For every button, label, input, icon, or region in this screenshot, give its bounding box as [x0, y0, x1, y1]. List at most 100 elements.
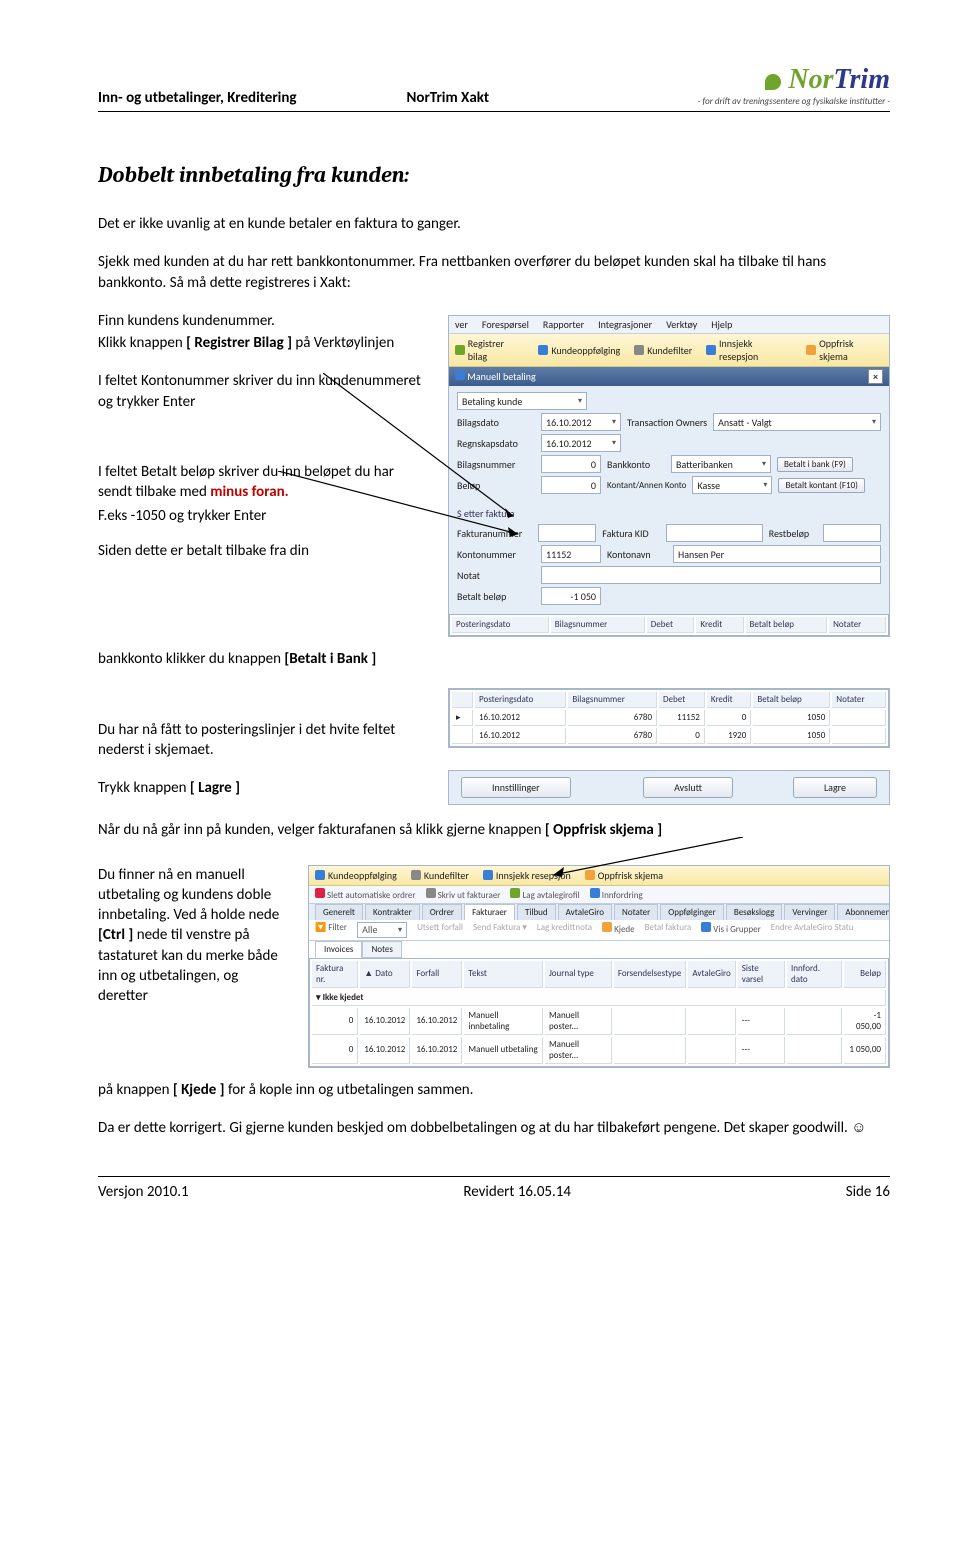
- action-innfordring[interactable]: Innfordring: [590, 888, 643, 901]
- betaling-kunde-select[interactable]: Betaling kunde: [457, 392, 587, 410]
- filter-select[interactable]: Alle: [357, 922, 407, 938]
- subtab-invoices[interactable]: Invoices: [315, 941, 362, 958]
- faktura-grid: Faktura nr. ▲ Dato Forfall Tekst Journal…: [309, 958, 889, 1067]
- toolbar-oppfrisk[interactable]: Oppfrisk skjema: [585, 869, 663, 882]
- close-icon[interactable]: ×: [868, 369, 883, 384]
- paragraph: Sjekk med kunden at du har rett bankkont…: [98, 252, 890, 293]
- paragraph: I feltet Betalt beløp skriver du inn bel…: [98, 462, 428, 503]
- tab-kontrakter[interactable]: Kontrakter: [365, 904, 420, 920]
- logo-trim: Trim: [833, 64, 890, 95]
- header-center: NorTrim Xakt: [407, 89, 490, 107]
- restbelop-input[interactable]: [823, 524, 881, 542]
- kontonr-input[interactable]: 11152: [541, 545, 601, 563]
- tab-vervinger[interactable]: Vervinger: [784, 904, 835, 920]
- toolbar-innsjekk[interactable]: Innsjekk resepsjon: [706, 337, 792, 363]
- action-utsett[interactable]: Utsett forfall: [417, 922, 463, 938]
- table-row[interactable]: 16.10.2012 6780 0 1920 1050: [452, 728, 886, 744]
- filter-icon: [634, 345, 644, 355]
- menu-item[interactable]: Hjelp: [711, 318, 732, 331]
- table-row[interactable]: 0 16.10.2012 16.10.2012 Manuell utbetali…: [312, 1037, 886, 1064]
- tab-besokslogg[interactable]: Besøkslogg: [726, 904, 783, 920]
- logo: NorTrim - for drift av treningssentere o…: [698, 64, 890, 107]
- tab-generelt[interactable]: Generelt: [315, 904, 363, 920]
- paragraph: Du har nå fått to posteringslinjer i det…: [98, 720, 428, 761]
- bilagsnr-input[interactable]: 0: [541, 455, 601, 473]
- action-avtalegiro[interactable]: Lag avtalegirofil: [510, 888, 579, 901]
- kontonavn-input[interactable]: Hansen Per: [673, 545, 881, 563]
- lagre-button[interactable]: Lagre: [793, 777, 877, 798]
- logo-nor: Nor: [788, 64, 833, 95]
- paragraph: F.eks -1050 og trykker Enter: [98, 506, 428, 526]
- menu-item[interactable]: Forespørsel: [482, 318, 529, 331]
- footer-version: Versjon 2010.1: [98, 1183, 189, 1201]
- footer-revised: Revidert 16.05.14: [463, 1183, 571, 1201]
- posteringer-grid-empty: Posteringsdato Bilagsnummer Debet Kredit…: [449, 614, 889, 636]
- menu-item[interactable]: ver: [455, 318, 468, 331]
- avslutt-button[interactable]: Avslutt: [643, 777, 733, 798]
- menubar: ver Forespørsel Rapporter Integrasjoner …: [449, 316, 889, 334]
- window-icon: [455, 370, 465, 380]
- toolbar: Registrer bilag Kundeoppfølging Kundefil…: [449, 334, 889, 367]
- fakturanr-input[interactable]: [538, 524, 596, 542]
- trx-owners-select[interactable]: Ansatt - Valgt: [713, 413, 881, 431]
- footer-page: Side 16: [846, 1183, 890, 1201]
- logo-tagline: - for drift av treningssentere og fysika…: [698, 96, 890, 107]
- toolbar-oppfrisk[interactable]: Oppfrisk skjema: [806, 337, 883, 363]
- action-betal[interactable]: Betal faktura: [645, 922, 692, 938]
- subtab-notes[interactable]: Notes: [362, 941, 401, 958]
- innstillinger-button[interactable]: Innstillinger: [461, 777, 571, 798]
- filter-icon: [411, 870, 421, 880]
- group-icon: [701, 922, 711, 932]
- filter-label: 🔽 Filter: [315, 922, 347, 938]
- toolbar-kundefilter[interactable]: Kundefilter: [634, 337, 692, 363]
- tab-tilbud[interactable]: Tilbud: [517, 904, 556, 920]
- group-row[interactable]: ▾ Ikke kjedet: [312, 990, 886, 1006]
- action-endre[interactable]: Endre AvtaleGiro Statu: [771, 922, 854, 938]
- belop-input[interactable]: 0: [541, 476, 601, 494]
- bankkonto-select[interactable]: Batteribanken: [671, 455, 771, 473]
- regnskapsdato-input[interactable]: 16.10.2012: [541, 434, 621, 452]
- door-icon: [706, 345, 716, 355]
- action-skriv-ut[interactable]: Skriv ut fakturaer: [426, 888, 501, 901]
- paragraph: Da er dette korrigert. Gi gjerne kunden …: [98, 1118, 890, 1138]
- tab-oppfolginger[interactable]: Oppfølginger: [660, 904, 724, 920]
- menu-item[interactable]: Integrasjoner: [598, 318, 652, 331]
- betalt-i-bank-button[interactable]: Betalt i bank (F9): [777, 457, 853, 472]
- window-titlebar: Manuell betaling ×: [449, 367, 889, 386]
- bilagsdato-input[interactable]: 16.10.2012: [541, 413, 621, 431]
- betalt-kontant-button[interactable]: Betalt kontant (F10): [778, 478, 864, 493]
- kontant-select[interactable]: Kasse: [692, 476, 772, 494]
- delete-icon: [315, 888, 325, 898]
- menu-item[interactable]: Rapporter: [543, 318, 584, 331]
- action-kredittnota[interactable]: Lag kredittnota: [537, 922, 592, 938]
- action-kjede[interactable]: Kjede: [602, 922, 635, 938]
- action-vis-grupper[interactable]: Vis i Grupper: [701, 922, 761, 938]
- toolbar-registrer-bilag[interactable]: Registrer bilag: [455, 337, 524, 363]
- tab-ordrer[interactable]: Ordrer: [422, 904, 462, 920]
- section-heading: Dobbelt innbetaling fra kunden:: [98, 162, 890, 188]
- notat-input[interactable]: [541, 566, 881, 584]
- tab-avtalegiro[interactable]: AvtaleGiro: [558, 904, 612, 920]
- tab-notater[interactable]: Notater: [614, 904, 658, 920]
- refresh-icon: [806, 345, 816, 355]
- smiley-icon: [851, 1119, 866, 1137]
- page-footer: Versjon 2010.1 Revidert 16.05.14 Side 16: [98, 1176, 890, 1201]
- page-header: Inn- og utbetalinger, Kreditering NorTri…: [98, 64, 890, 112]
- tab-fakturaer[interactable]: Fakturaer: [464, 904, 515, 920]
- file-icon: [510, 888, 520, 898]
- door-icon: [483, 870, 493, 880]
- menu-item[interactable]: Verktøy: [666, 318, 697, 331]
- toolbar-kundeoppfolging[interactable]: Kundeoppfølging: [315, 869, 397, 882]
- tab-abonnementer[interactable]: Abonnementer: [837, 904, 890, 920]
- action-slett[interactable]: Slett automatiske ordrer: [315, 888, 416, 901]
- fakturakid-input[interactable]: [666, 524, 763, 542]
- action-send-faktura[interactable]: Send Faktura ▾: [473, 922, 527, 938]
- table-row[interactable]: ▸ 16.10.2012 6780 11152 0 1050: [452, 710, 886, 726]
- table-row[interactable]: 0 16.10.2012 16.10.2012 Manuell innbetal…: [312, 1008, 886, 1035]
- toolbar-kundeoppfolging[interactable]: Kundeoppfølging: [538, 337, 620, 363]
- toolbar-innsjekk[interactable]: Innsjekk resepsjon: [483, 869, 571, 882]
- paragraph: I feltet Kontonummer skriver du inn kund…: [98, 371, 428, 412]
- betalt-belop-input[interactable]: -1 050: [541, 587, 601, 605]
- posteringer-grid: Posteringsdato Bilagsnummer Debet Kredit…: [449, 689, 889, 747]
- toolbar-kundefilter[interactable]: Kundefilter: [411, 869, 469, 882]
